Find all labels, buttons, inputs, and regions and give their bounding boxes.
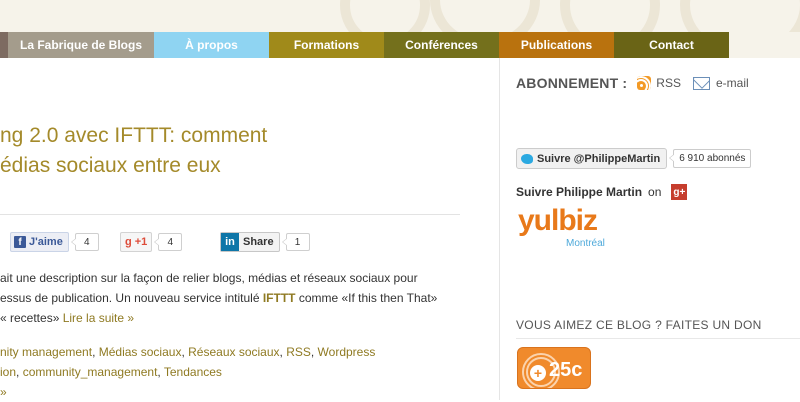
excerpt-text: comme «If this then That» — [295, 291, 438, 305]
nav-item-publications[interactable]: Publications — [499, 32, 614, 58]
linkedin-share-button[interactable]: in Share — [220, 232, 280, 252]
twitter-follow-button[interactable]: Suivre @PhilippeMartin — [516, 148, 668, 169]
nav-item-contact[interactable]: Contact — [614, 32, 729, 58]
gplus-count: 4 — [154, 233, 183, 251]
category-link[interactable]: Wordpress — [318, 345, 376, 359]
column-divider — [499, 58, 500, 400]
post-divider — [0, 214, 460, 215]
twitter-bird-icon — [521, 153, 533, 164]
twitter-follow-widget: Suivre @PhilippeMartin 6 910 abonnés — [516, 148, 752, 169]
gplus-icon: g — [125, 236, 132, 248]
follow-text: Suivre Philippe Martin — [516, 185, 643, 199]
donation-divider — [516, 338, 800, 339]
nav-item-fabrique[interactable]: La Fabrique de Blogs — [8, 32, 154, 58]
category-list: nity management, Médias sociaux, Réseaux… — [0, 345, 376, 359]
nav-item-conferences[interactable]: Conférences — [384, 32, 499, 58]
nav-item-formations[interactable]: Formations — [269, 32, 384, 58]
tag-link[interactable]: Tendances — [164, 365, 222, 379]
excerpt-line: « recettes» Lire la suite » — [0, 308, 480, 328]
gplus-label: +1 — [134, 236, 148, 248]
gplus-widget: g +1 4 — [120, 232, 183, 252]
excerpt-ifttt: IFTTT — [262, 291, 296, 305]
excerpt-line: ait une description sur la façon de reli… — [0, 271, 418, 285]
decorative-swirl — [430, 0, 540, 32]
gplus-follow-row: Suivre Philippe Martin on g+ — [516, 184, 688, 200]
follow-on-text: on — [648, 185, 662, 199]
header-background — [0, 0, 800, 32]
category-link[interactable]: RSS — [286, 345, 311, 359]
more-arrow: » — [0, 382, 480, 402]
facebook-like-widget: f J'aime 4 — [10, 232, 99, 252]
twitter-follower-count: 6 910 abonnés — [669, 149, 752, 168]
post-taxonomy: nity management, Médias sociaux, Réseaux… — [0, 342, 480, 402]
linkedin-share-label: Share — [243, 236, 274, 248]
decorative-swirl — [340, 0, 430, 32]
category-link[interactable]: nity management — [0, 345, 92, 359]
excerpt-text: « recettes» — [0, 311, 63, 325]
mail-icon[interactable] — [692, 76, 710, 90]
post-title-line[interactable]: édias sociaux entre eux — [0, 151, 480, 181]
flattr-amount: 25c — [549, 359, 583, 381]
linkedin-icon: in — [221, 233, 239, 251]
gplus-button[interactable]: g +1 — [120, 232, 153, 252]
yulbiz-city: Montréal — [566, 238, 605, 249]
facebook-icon: f — [14, 236, 26, 248]
email-link[interactable]: e-mail — [716, 76, 749, 90]
linkedin-share-count: 1 — [281, 233, 310, 251]
nav-item-a-propos[interactable]: À propos — [154, 32, 269, 58]
yulbiz-wordmark: yulbiz — [518, 204, 598, 237]
yulbiz-logo[interactable]: yulbiz Montréal — [518, 206, 628, 250]
rss-link[interactable]: RSS — [656, 76, 681, 90]
subscribe-label: ABONNEMENT : — [516, 75, 628, 91]
gplus-icon[interactable]: g+ — [671, 184, 688, 200]
subscribe-row: ABONNEMENT : RSS e-mail — [516, 75, 749, 91]
read-more-link[interactable]: Lire la suite » — [63, 311, 134, 325]
donation-heading: VOUS AIMEZ CE BLOG ? FAITES UN DON — [516, 318, 762, 332]
tag-link[interactable]: ion — [0, 365, 16, 379]
post-title[interactable]: ng 2.0 avec IFTTT: comment édias sociaux… — [0, 121, 480, 181]
post-excerpt: ait une description sur la façon de reli… — [0, 268, 480, 328]
flattr-plus-icon: + — [530, 365, 546, 381]
nav-filler — [729, 32, 800, 58]
sidebar: ABONNEMENT : RSS e-mail Suivre @Philippe… — [516, 58, 800, 400]
excerpt-line: essus de publication. Un nouveau service… — [0, 288, 480, 308]
nav-edge — [0, 32, 8, 58]
flattr-donate-button[interactable]: + 25c — [517, 347, 591, 389]
tag-link[interactable]: community_management — [23, 365, 158, 379]
decorative-swirl — [560, 0, 660, 32]
rss-icon[interactable] — [637, 76, 652, 90]
decorative-swirl — [680, 0, 800, 32]
twitter-follow-label: Suivre @PhilippeMartin — [537, 152, 661, 165]
main-nav: La Fabrique de Blogs À propos Formations… — [0, 32, 800, 58]
category-link[interactable]: Réseaux sociaux — [188, 345, 279, 359]
more-link[interactable]: » — [0, 385, 7, 399]
facebook-like-label: J'aime — [29, 236, 63, 248]
linkedin-widget: in Share 1 — [220, 232, 310, 252]
post-title-line[interactable]: ng 2.0 avec IFTTT: comment — [0, 121, 480, 151]
facebook-like-button[interactable]: f J'aime — [10, 232, 69, 252]
facebook-like-count: 4 — [70, 233, 99, 251]
category-link[interactable]: Médias sociaux — [99, 345, 182, 359]
excerpt-text: essus de publication. Un nouveau service… — [0, 291, 263, 305]
tag-list: ion, community_management, Tendances — [0, 365, 222, 379]
